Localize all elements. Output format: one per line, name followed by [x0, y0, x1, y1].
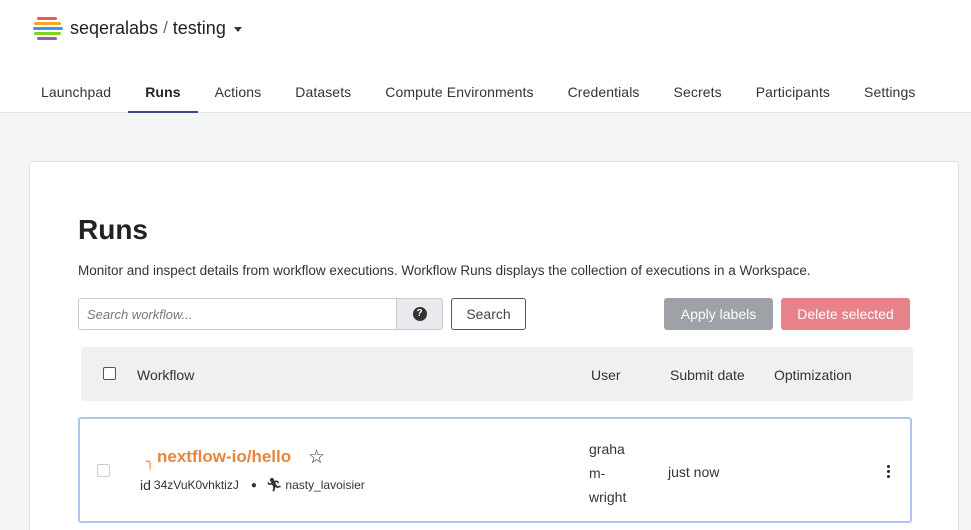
user-name-line: m-	[589, 465, 606, 481]
page-title: Runs	[78, 214, 148, 245]
tab-datasets[interactable]: Datasets	[278, 72, 368, 113]
user-name-line: graha	[589, 441, 625, 457]
search-button[interactable]: Search	[451, 298, 526, 330]
header-workflow: Workflow	[137, 367, 195, 383]
more-options-icon[interactable]	[878, 461, 898, 481]
submit-date: just now	[668, 464, 720, 480]
tab-credentials[interactable]: Credentials	[551, 72, 657, 113]
star-icon[interactable]: ☆	[308, 446, 325, 469]
table-header: Workflow User Submit date Optimization	[81, 347, 913, 401]
run-id: 34zVuK0vhktizJ	[153, 478, 239, 492]
tab-settings[interactable]: Settings	[847, 72, 932, 113]
run-name: nasty_lavoisier	[285, 478, 365, 492]
row-checkbox[interactable]	[97, 464, 110, 477]
separator-dot: ●	[250, 479, 257, 491]
user-name: graha m- wright	[589, 437, 634, 509]
caret-down-icon[interactable]	[233, 26, 242, 32]
workspace-name: testing	[172, 17, 226, 38]
search-input[interactable]	[78, 298, 396, 330]
workspace-tabs: Launchpad Runs Actions Datasets Compute …	[24, 72, 932, 113]
id-label: id	[140, 477, 151, 493]
seqera-logo-icon	[33, 16, 63, 40]
search-group: ?	[78, 298, 443, 330]
user-name-line: wright	[589, 489, 627, 505]
tab-secrets[interactable]: Secrets	[657, 72, 739, 113]
search-help-button[interactable]: ?	[396, 298, 443, 330]
delete-selected-button[interactable]: Delete selected	[781, 298, 910, 330]
page-description: Monitor and inspect details from workflo…	[78, 263, 811, 278]
apply-labels-button[interactable]: Apply labels	[664, 298, 773, 330]
tab-launchpad[interactable]: Launchpad	[24, 72, 128, 113]
table-row[interactable]: ╮ nextflow-io/hello ☆ id 34zVuK0vhktizJ …	[78, 417, 912, 523]
spinner-icon: ╮	[146, 453, 155, 469]
workspace-selector[interactable]: seqeralabs / testing	[33, 16, 242, 40]
header-optimization: Optimization	[774, 367, 852, 383]
header-submit-date: Submit date	[670, 367, 745, 383]
tab-compute-environments[interactable]: Compute Environments	[368, 72, 550, 113]
workflow-name-link[interactable]: nextflow-io/hello	[157, 447, 291, 467]
select-all-checkbox[interactable]	[103, 367, 116, 380]
tab-runs[interactable]: Runs	[128, 72, 199, 113]
question-circle-icon: ?	[412, 307, 427, 321]
org-name: seqeralabs	[70, 17, 159, 38]
runner-icon: 🏃︎	[265, 477, 283, 492]
run-meta: id 34zVuK0vhktizJ ● 🏃︎ nasty_lavoisier	[140, 477, 365, 493]
top-header: seqeralabs / testing Launchpad Runs Acti…	[0, 0, 971, 113]
tab-actions[interactable]: Actions	[198, 72, 279, 113]
runs-card: Runs Monitor and inspect details from wo…	[29, 161, 959, 530]
org-separator: /	[163, 18, 168, 37]
tab-participants[interactable]: Participants	[739, 72, 847, 113]
header-user: User	[591, 367, 621, 383]
